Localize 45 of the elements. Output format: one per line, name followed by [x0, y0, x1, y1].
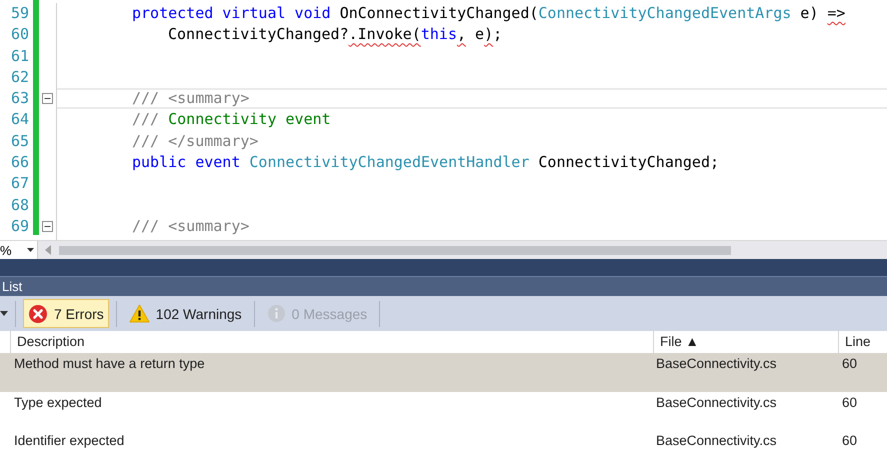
code-line: /// <summary> [131, 89, 250, 108]
description-cell: Type expected [14, 395, 102, 410]
line-cell: 60 [842, 395, 858, 410]
code-line: public event ConnectivityChangedEventHandler ConnectivityChanged; [131, 153, 720, 172]
warnings-filter-button[interactable]: 102 Warnings [124, 299, 247, 328]
error-row[interactable]: Type expected BaseConnectivity.cs 60 [0, 392, 887, 430]
errors-filter-button[interactable]: 7 Errors [23, 299, 109, 328]
line-number: 62 [10, 68, 29, 86]
description-cell: Identifier expected [14, 433, 124, 448]
error-icon [28, 304, 48, 324]
column-header[interactable]: Line [845, 334, 871, 349]
line-number: 61 [10, 46, 29, 65]
code-line: /// <summary> [131, 216, 250, 235]
line-number: 60 [10, 25, 29, 44]
code-line: /// Connectivity event [131, 110, 331, 128]
line-number: 63 [10, 89, 29, 108]
warning-icon [128, 304, 150, 323]
line-cell: 60 [842, 356, 858, 371]
collapse-icon[interactable] [42, 221, 53, 232]
error-row[interactable]: Method must have a return type BaseConnectivity.cs 60 [0, 353, 887, 392]
code-line: protected virtual void OnConnectivityChanged(ConnectivityChangedEventArgs e) => [131, 4, 846, 22]
line-number: 64 [10, 110, 29, 128]
scrollbar-thumb[interactable] [59, 246, 731, 254]
line-number: 68 [10, 196, 29, 214]
zoom-dropdown[interactable]: % [0, 241, 38, 259]
info-icon [266, 304, 286, 323]
column-header[interactable]: Description [17, 334, 85, 349]
line-cell: 60 [842, 433, 858, 448]
caret-icon[interactable] [0, 311, 8, 316]
caret-icon[interactable] [27, 248, 34, 252]
panel-title: List [2, 279, 22, 294]
column-header[interactable]: File ▲ [660, 334, 699, 349]
line-number: 67 [10, 174, 29, 192]
code-line: ConnectivityChanged?.Invoke(this, e); [167, 25, 502, 44]
line-number: 65 [10, 132, 29, 150]
line-number: 69 [10, 216, 29, 235]
error-row[interactable]: Identifier expected BaseConnectivity.cs 60 [0, 430, 887, 455]
description-cell: Method must have a return type [14, 356, 205, 371]
file-cell: BaseConnectivity.cs [656, 433, 777, 448]
code-line: /// </summary> [131, 132, 258, 150]
line-number: 59 [10, 4, 29, 22]
file-cell: BaseConnectivity.cs [656, 356, 777, 371]
line-number: 66 [10, 153, 29, 172]
file-cell: BaseConnectivity.cs [656, 395, 777, 410]
collapse-icon[interactable] [42, 93, 53, 104]
